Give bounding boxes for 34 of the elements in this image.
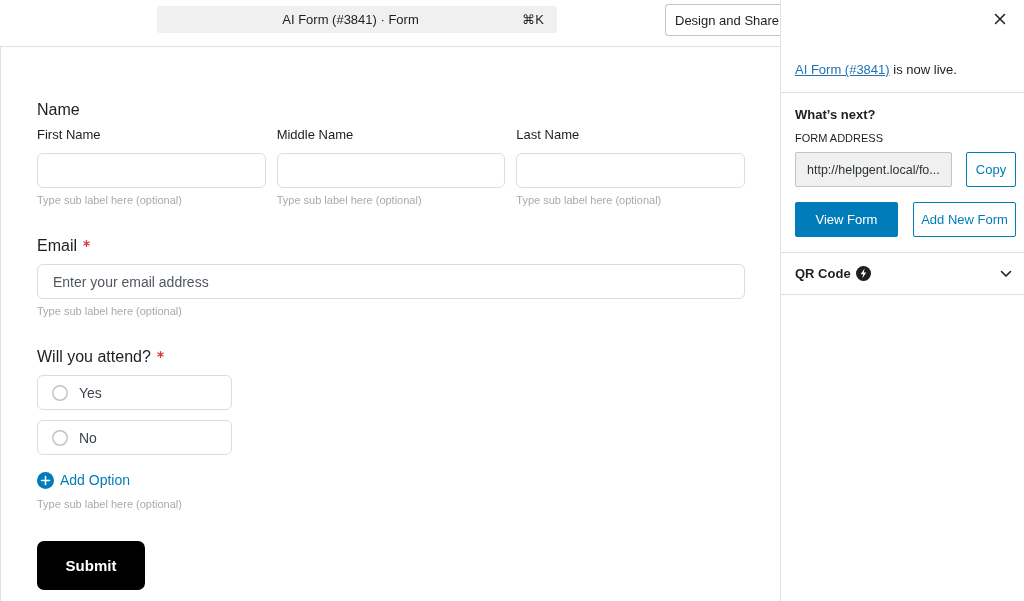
sub-label-text: Type sub label here (optional) <box>276 193 422 207</box>
command-bar[interactable]: AI Form (#3841) · Form ⌘K <box>157 6 557 33</box>
subfield-label: First Name <box>37 127 101 143</box>
text-input[interactable] <box>37 153 266 188</box>
keyboard-shortcut: ⌘K <box>522 12 544 27</box>
add-option-button[interactable]: Add Option <box>37 471 131 489</box>
submit-button[interactable]: Submit <box>37 540 145 590</box>
copy-button[interactable]: Copy <box>966 152 1016 187</box>
close-icon <box>994 13 1006 25</box>
design-and-share-button[interactable]: Design and Share <box>665 4 780 36</box>
radio-option[interactable]: No <box>37 420 232 455</box>
form-address-label: FORM ADDRESS <box>795 131 883 145</box>
form-address-field[interactable]: http://helpgent.local/fo... <box>795 152 952 187</box>
text-input[interactable] <box>516 153 745 188</box>
add-new-form-button[interactable]: Add New Form <box>913 202 1016 237</box>
sub-label-text: Type sub label here (optional) <box>37 304 182 318</box>
radio-option[interactable]: Yes <box>37 375 232 410</box>
live-notice-text: AI Form (#3841) is now live. <box>795 61 957 79</box>
field-label: Email <box>37 236 77 256</box>
field-label: Will you attend? <box>37 347 151 367</box>
plus-circle-icon <box>37 471 54 489</box>
sub-label-text: Type sub label here (optional) <box>37 496 182 511</box>
sub-label-text: Type sub label here (optional) <box>516 193 662 207</box>
section-heading: What’s next? <box>795 106 876 124</box>
form-link[interactable]: AI Form (#3841) <box>795 62 890 77</box>
email-input[interactable]: Enter your email address <box>37 264 745 299</box>
subfield-label: Last Name <box>516 127 580 143</box>
sub-label-text: Type sub label here (optional) <box>37 193 182 207</box>
close-button[interactable] <box>994 13 1006 25</box>
subfield-label: Middle Name <box>276 127 354 143</box>
text-input[interactable] <box>276 153 506 188</box>
view-form-button[interactable]: View Form <box>795 202 898 237</box>
bolt-badge-icon <box>855 266 871 281</box>
field-label: Name <box>37 100 80 120</box>
